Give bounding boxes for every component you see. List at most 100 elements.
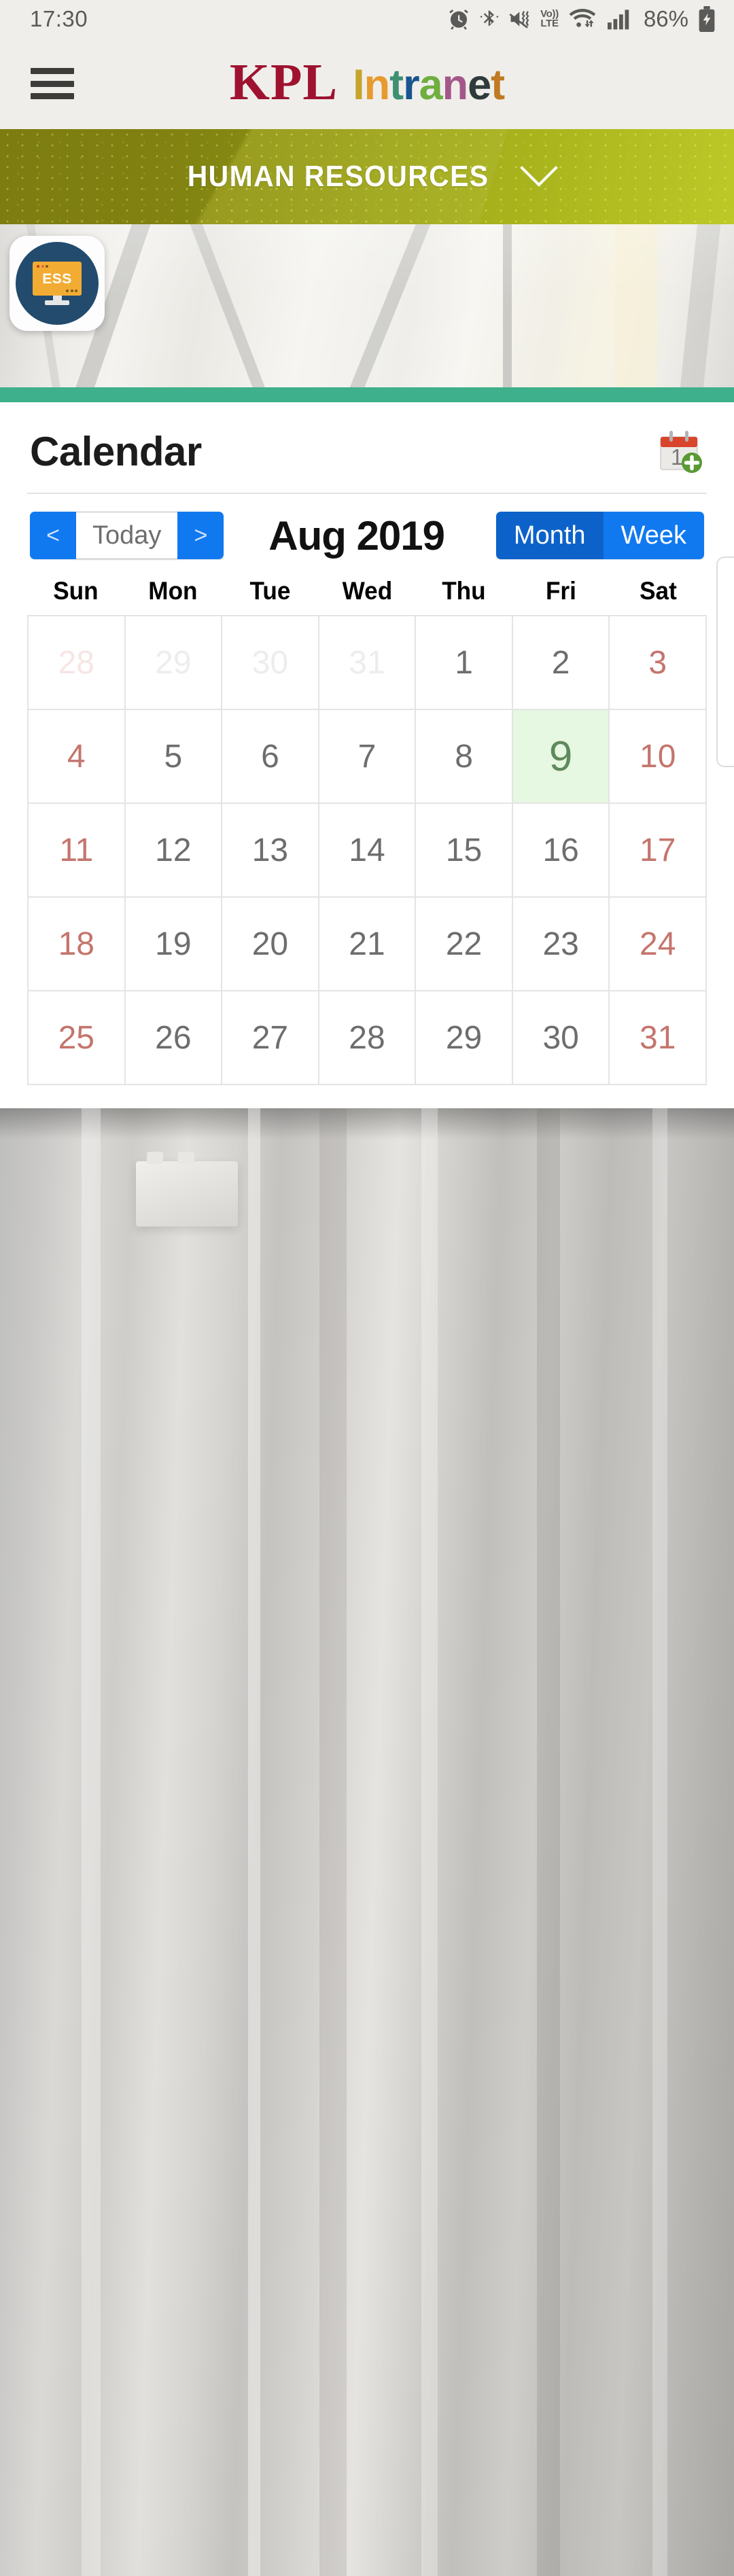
calendar-day-number: 29 <box>155 644 192 681</box>
prev-month-button[interactable]: < <box>30 512 76 559</box>
calendar-grid: 28 29 30 31 1 2 3 4 5 6 7 8 9 10 11 12 13 14 15 16 17 18 19 20 2… <box>27 615 707 1085</box>
ess-monitor-neck <box>52 296 62 300</box>
calendar-day-cell[interactable]: 28 <box>319 991 417 1085</box>
app-bar: KPL Intranet <box>0 38 734 129</box>
calendar-day-cell[interactable]: 18 <box>29 898 126 991</box>
calendar-day-cell[interactable]: 23 <box>512 898 610 991</box>
offscreen-panel-edge[interactable] <box>716 557 734 767</box>
calendar-day-cell[interactable]: 15 <box>416 804 513 898</box>
view-week-button[interactable]: Week <box>603 512 704 559</box>
calendar-month-label: Aug 2019 <box>268 512 445 559</box>
calendar-day-cell[interactable]: 30 <box>222 616 319 710</box>
calendar-day-cell[interactable]: 30 <box>512 991 610 1085</box>
hero-beam-2 <box>181 224 279 387</box>
photo-streak-1 <box>82 1108 101 2576</box>
calendar-day-cell[interactable]: 28 <box>29 616 126 710</box>
calendar-day-number: 11 <box>59 832 94 868</box>
volte-icon: Vo)) LTE <box>540 9 559 29</box>
calendar-day-cell[interactable]: 24 <box>610 898 707 991</box>
calendar-day-cell[interactable]: 16 <box>512 804 610 898</box>
calendar-day-cell[interactable]: 10 <box>610 710 707 804</box>
calendar-day-number: 7 <box>357 738 377 775</box>
calendar-day-cell[interactable]: 3 <box>610 616 707 710</box>
calendar-day-number: 17 <box>640 832 676 868</box>
logo-intranet-text: Intranet <box>353 60 505 109</box>
calendar-day-cell[interactable]: 25 <box>29 991 126 1085</box>
weekday-mon: Mon <box>148 577 198 605</box>
calendar-day-cell[interactable]: 14 <box>319 804 417 898</box>
logo-letter-7: t <box>491 60 505 109</box>
ess-monitor-icon: ESS <box>16 242 99 325</box>
calendar-day-number: 19 <box>155 925 192 962</box>
calendar-day-cell[interactable]: 27 <box>222 991 319 1085</box>
calendar-day-cell[interactable]: 31 <box>610 991 707 1085</box>
calendar-day-cell[interactable]: 6 <box>222 710 319 804</box>
calendar-day-cell[interactable]: 2 <box>512 616 610 710</box>
hero-beam-5 <box>615 224 657 387</box>
hamburger-menu-icon[interactable] <box>31 68 74 99</box>
today-button[interactable]: Today <box>76 512 178 559</box>
logo-letter-0: I <box>353 60 364 109</box>
logo-letter-4: a <box>419 60 443 109</box>
add-calendar-event-icon[interactable]: 1 <box>657 429 704 475</box>
logo-letter-6: e <box>468 60 491 109</box>
calendar-day-number: 15 <box>445 832 483 868</box>
logo-kpl-text: KPL <box>229 53 338 111</box>
calendar-day-cell[interactable]: 7 <box>319 710 417 804</box>
calendar-day-cell[interactable]: 17 <box>610 804 707 898</box>
calendar-day-cell[interactable]: 4 <box>29 710 126 804</box>
hero-image: ESS <box>0 224 734 387</box>
card-drop-shadow <box>0 1108 734 1140</box>
calendar-day-cell[interactable]: 13 <box>222 804 319 898</box>
ess-window-dots-top <box>37 265 48 268</box>
calendar-day-number: 31 <box>640 1019 676 1056</box>
calendar-day-cell[interactable]: 26 <box>125 991 223 1085</box>
weekday-wed: Wed <box>342 577 392 605</box>
hamburger-bar-1 <box>31 68 74 74</box>
page-title: Calendar <box>30 429 202 474</box>
calendar-day-number: 25 <box>58 1019 94 1056</box>
calendar-day-cell[interactable]: 31 <box>319 616 417 710</box>
hero-beam-3 <box>332 224 442 387</box>
ess-app-tile[interactable]: ESS <box>10 236 105 331</box>
photo-streak-2 <box>248 1108 260 2576</box>
photo-foreground-object <box>136 1152 238 1227</box>
view-month-button[interactable]: Month <box>495 512 604 559</box>
hamburger-bar-2 <box>31 80 74 87</box>
calendar-day-cell[interactable]: 1 <box>416 616 513 710</box>
calendar-grid-wrapper: 28 29 30 31 1 2 3 4 5 6 7 8 9 10 11 12 13 14 15 16 17 18 19 20 2… <box>0 615 734 1085</box>
chevron-down-icon[interactable] <box>519 165 558 188</box>
photo-streak-5 <box>537 1108 560 2576</box>
calendar-day-cell[interactable]: 20 <box>222 898 319 991</box>
calendar-day-cell[interactable]: 11 <box>29 804 126 898</box>
calendar-day-cell[interactable]: 12 <box>125 804 223 898</box>
hamburger-bar-3 <box>31 93 74 99</box>
calendar-day-number: 9 <box>548 733 573 780</box>
calendar-day-number: 31 <box>349 644 385 681</box>
calendar-day-cell-today[interactable]: 9 <box>512 710 610 804</box>
calendar-day-cell[interactable]: 29 <box>125 616 223 710</box>
battery-percent-label: 86% <box>643 6 688 31</box>
photo-streak-4 <box>421 1108 438 2576</box>
app-logo[interactable]: KPL Intranet <box>229 53 505 112</box>
svg-text:1: 1 <box>671 444 683 470</box>
calendar-day-cell[interactable]: 22 <box>416 898 513 991</box>
calendar-day-cell[interactable]: 5 <box>125 710 223 804</box>
calendar-day-number: 6 <box>261 738 279 775</box>
calendar-day-number: 4 <box>67 738 86 775</box>
calendar-card: Calendar 1 < Today > Aug 2019 Month Week… <box>0 402 734 1108</box>
wifi-icon <box>569 9 596 28</box>
section-banner-content: HUMAN RESOURCES <box>176 160 558 194</box>
calendar-day-number: 3 <box>648 644 667 681</box>
logo-letter-3: r <box>403 60 420 109</box>
calendar-day-number: 28 <box>58 644 94 681</box>
calendar-day-cell[interactable]: 21 <box>319 898 417 991</box>
calendar-day-number: 10 <box>640 738 676 775</box>
calendar-day-cell[interactable]: 19 <box>125 898 223 991</box>
calendar-day-number: 21 <box>349 925 385 962</box>
calendar-day-cell[interactable]: 29 <box>416 991 513 1085</box>
section-banner-human-resources[interactable]: HUMAN RESOURCES <box>0 129 734 224</box>
calendar-day-number: 30 <box>251 644 289 681</box>
logo-letter-1: n <box>364 60 390 109</box>
calendar-day-cell[interactable]: 8 <box>416 710 513 804</box>
